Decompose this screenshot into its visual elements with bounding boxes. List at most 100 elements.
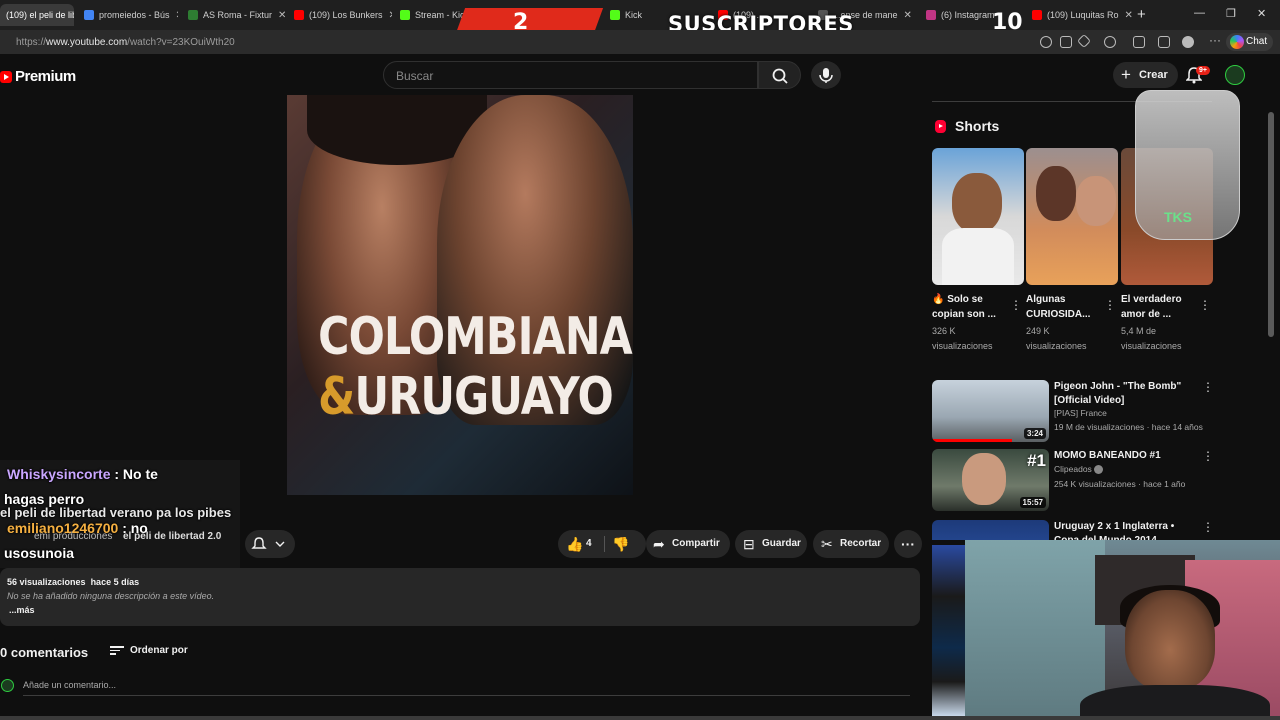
- close-tab-icon[interactable]: ✕: [898, 10, 912, 21]
- clip-label: Recortar: [840, 538, 882, 549]
- comment-input-underline: [23, 695, 910, 696]
- create-button[interactable]: + Crear: [1113, 62, 1178, 88]
- clip-button[interactable]: ✂ Recortar: [813, 530, 889, 558]
- video-thumbnail: #1 15:57: [932, 449, 1049, 511]
- recommended-video[interactable]: Uruguay 2 x 1 Inglaterra • Copa del Mund…: [932, 520, 1222, 540]
- divider: [604, 536, 605, 552]
- description-box[interactable]: 56 visualizaciones hace 5 días No se ha …: [0, 568, 920, 626]
- video-menu-icon[interactable]: ⋮: [1202, 449, 1214, 463]
- recommended-video[interactable]: 3:24 Pigeon John - "The Bomb" [Official …: [932, 380, 1222, 442]
- scissors-icon: ✂: [821, 536, 833, 552]
- share-label: Compartir: [672, 538, 720, 549]
- more-actions-button[interactable]: ···: [894, 530, 922, 558]
- short-menu-icon[interactable]: ⋮: [1104, 298, 1116, 312]
- like-button[interactable]: 👍: [566, 530, 583, 558]
- subscription-bell-button[interactable]: [245, 530, 295, 558]
- plus-icon: +: [1121, 65, 1131, 84]
- minimize-button[interactable]: —: [1194, 7, 1205, 19]
- search-input[interactable]: [384, 62, 757, 90]
- short-views-count: 249 K: [1026, 326, 1050, 336]
- short-card[interactable]: 🔥 Solo se copian son ... 326 K visualizac…: [932, 148, 1024, 354]
- menu-dots-icon[interactable]: ···: [1209, 33, 1221, 47]
- video-title: Pigeon John - "The Bomb" [Official Video…: [1054, 381, 1182, 406]
- page-scrollbar[interactable]: [1268, 112, 1274, 337]
- tab-icon[interactable]: [1060, 36, 1072, 48]
- short-title: Algunas CURIOSIDA...: [1026, 294, 1091, 320]
- save-button[interactable]: ⊟ Guardar: [735, 530, 807, 558]
- close-tab-icon[interactable]: ✕: [272, 10, 286, 21]
- video-menu-icon[interactable]: ⋮: [1202, 380, 1214, 394]
- browser-tab[interactable]: (109) Los Bunkers✕: [288, 4, 392, 26]
- share-button[interactable]: ➦ Compartir: [646, 530, 730, 558]
- show-more-link[interactable]: ...más: [9, 605, 35, 615]
- bookmark-icon: ⊟: [743, 536, 755, 552]
- youtube-logo[interactable]: Premium: [0, 68, 76, 85]
- youtube-favicon-icon: [294, 10, 304, 20]
- copilot-chat-button[interactable]: Chat: [1226, 33, 1274, 51]
- sort-comments-button[interactable]: Ordenar por: [110, 644, 188, 657]
- microphone-icon: [819, 68, 833, 83]
- video-title-fragment: el peli de libertad 2.0: [123, 531, 222, 542]
- avatar[interactable]: [1225, 65, 1245, 85]
- like-count: 4: [586, 538, 592, 549]
- dislike-button[interactable]: 👎: [612, 530, 629, 558]
- kick-favicon-icon: [610, 10, 620, 20]
- more-dots-icon: ···: [901, 536, 915, 552]
- short-menu-icon[interactable]: ⋮: [1199, 298, 1211, 312]
- browser-tab[interactable]: Kick: [604, 4, 664, 26]
- add-comment-input[interactable]: Añade un comentario...: [23, 680, 116, 690]
- short-title: El verdadero amor de ...: [1121, 294, 1182, 320]
- recommended-video[interactable]: #1 15:57 MOMO BANEANDO #1 Clipeados 254 …: [932, 449, 1222, 511]
- video-meta: 254 K visualizaciones · hace 1 año: [1054, 479, 1186, 489]
- upload-date: hace 5 días: [90, 577, 140, 587]
- channel-name[interactable]: [PIAS] France: [1054, 408, 1107, 418]
- close-tab-icon[interactable]: ✕: [383, 10, 392, 21]
- favorites-icon[interactable]: [1158, 36, 1170, 48]
- tab-label: (6) Instagram: [941, 10, 995, 20]
- profile-icon[interactable]: [1182, 36, 1194, 48]
- browser-tab[interactable]: (109) Luquitas Ro ✕: [1026, 4, 1132, 26]
- video-menu-icon[interactable]: ⋮: [1202, 520, 1214, 534]
- view-count: 56 visualizaciones: [7, 577, 86, 587]
- avatar: [1, 679, 14, 692]
- save-label: Guardar: [762, 538, 801, 549]
- short-menu-icon[interactable]: ⋮: [1010, 298, 1022, 312]
- close-tab-icon[interactable]: ✕: [1119, 10, 1132, 21]
- streamer-webcam-overlay: [965, 540, 1280, 720]
- chat-text: : No te: [114, 466, 158, 482]
- extension-icon[interactable]: [1040, 36, 1052, 48]
- video-player[interactable]: COLOMBIANA &URUGUAYO: [287, 95, 633, 495]
- url-host: www.youtube.com: [46, 37, 128, 48]
- browser-tab[interactable]: promeiedos - Bús✕: [78, 4, 178, 26]
- star-icon[interactable]: [1076, 33, 1092, 49]
- url-field[interactable]: https://www.youtube.com/watch?v=23KOuiWt…: [16, 37, 235, 48]
- thumbnail-title-line2: &URUGUAYO: [318, 367, 614, 427]
- chat-message: usosunoia: [4, 545, 75, 561]
- browser-tab[interactable]: (109) el peli de lib✕: [0, 4, 74, 26]
- copilot-icon: [1230, 35, 1244, 49]
- voice-search-button[interactable]: [811, 61, 841, 89]
- video-duration: 15:57: [1019, 497, 1046, 508]
- channel-name[interactable]: Clipeados: [1054, 464, 1104, 475]
- close-tab-icon[interactable]: ✕: [170, 10, 178, 21]
- stream-cup-overlay: TKS: [1135, 90, 1240, 240]
- short-views: 326 K visualizaciones: [932, 324, 1024, 354]
- maximize-button[interactable]: ❐: [1226, 7, 1236, 20]
- kick-favicon-icon: [400, 10, 410, 20]
- thumbnail-title-word: URUGUAYO: [354, 367, 614, 427]
- channel-name[interactable]: emi producciones: [34, 531, 112, 542]
- short-views-label: visualizaciones: [1121, 341, 1182, 351]
- instagram-favicon-icon: [926, 10, 936, 20]
- search-favicon-icon: [84, 10, 94, 20]
- extensions-icon[interactable]: [1133, 36, 1145, 48]
- settings-icon[interactable]: [1104, 36, 1116, 48]
- browser-tab[interactable]: AS Roma - Fixtur ✕: [182, 4, 286, 26]
- new-tab-button[interactable]: +: [1137, 6, 1146, 23]
- search-button[interactable]: [758, 61, 801, 89]
- short-views-label: visualizaciones: [1026, 341, 1087, 351]
- recommended-thumbnails-strip[interactable]: [932, 545, 965, 716]
- close-window-button[interactable]: ✕: [1257, 7, 1266, 20]
- video-duration: 3:24: [1023, 428, 1046, 439]
- short-card[interactable]: Algunas CURIOSIDA... 249 K visualizacione…: [1026, 148, 1118, 354]
- create-label: Crear: [1139, 69, 1168, 81]
